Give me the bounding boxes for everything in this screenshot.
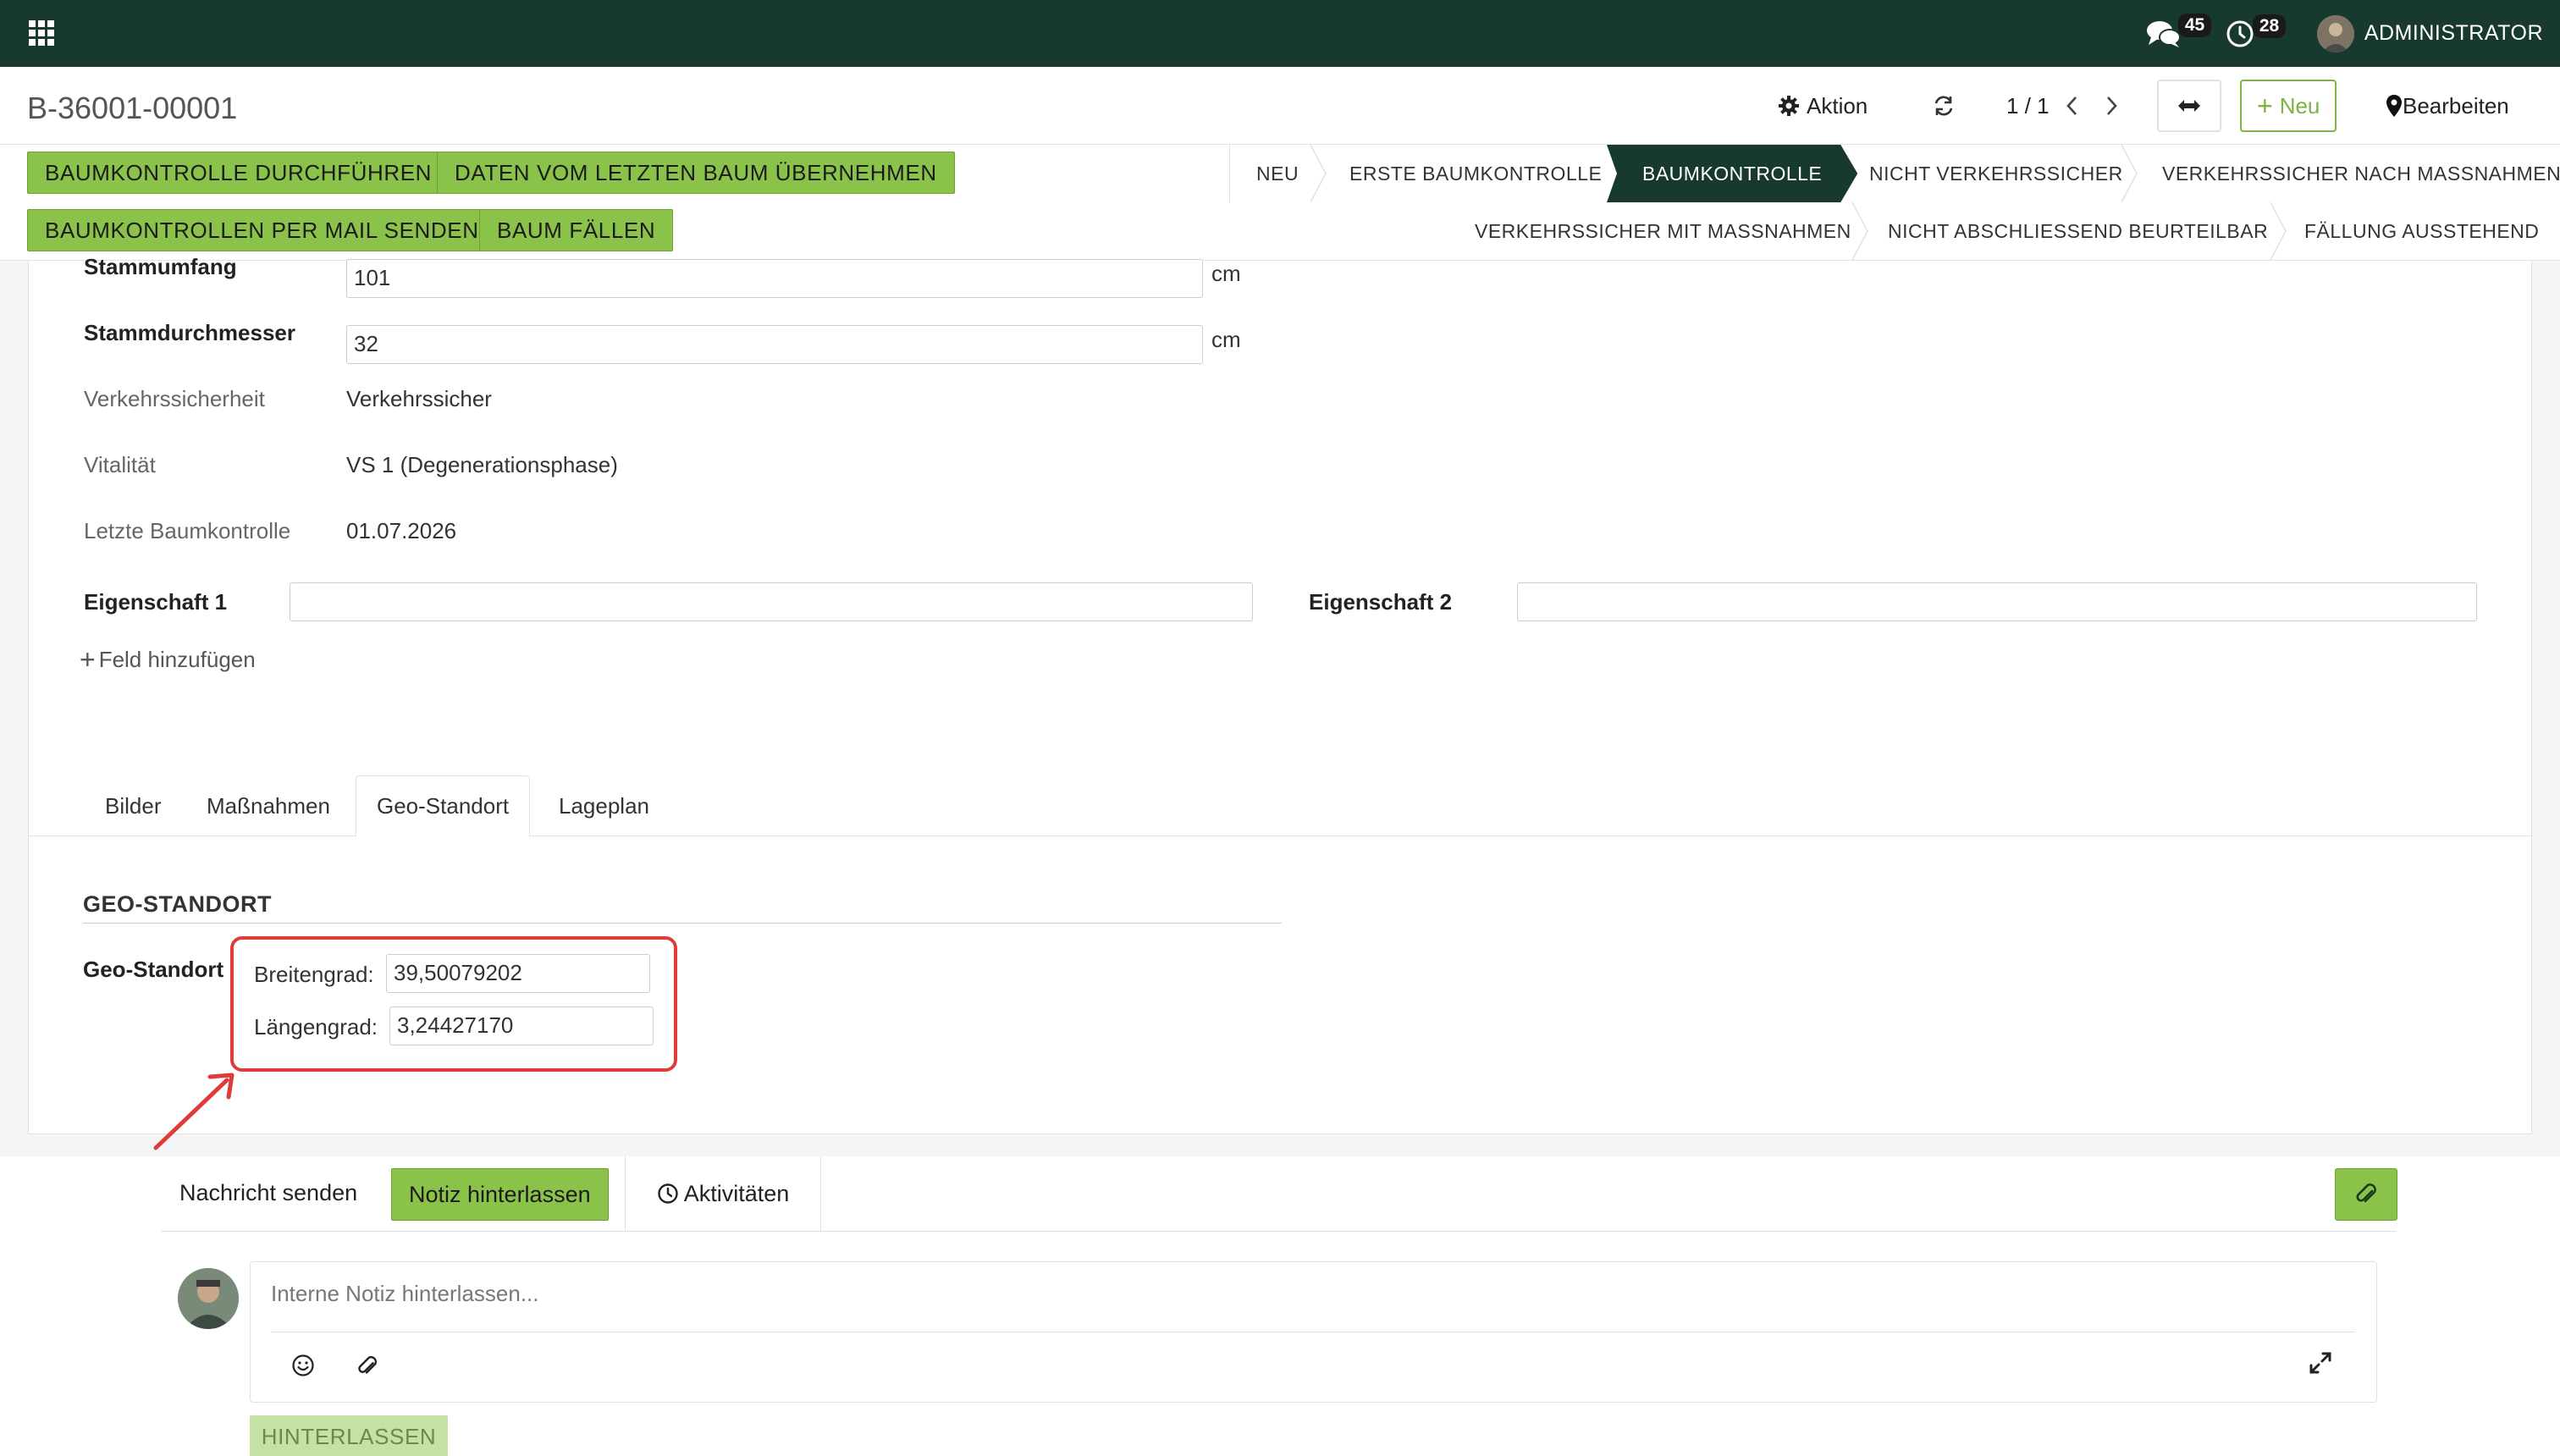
longitude-label: Längengrad: xyxy=(254,1014,378,1040)
stage-separator xyxy=(1310,145,1327,202)
stammdurchmesser-input[interactable]: 32 xyxy=(346,325,1203,364)
control-panel: B-36001-00001 Aktion 1 / 1 + Neu Bearbei… xyxy=(0,67,2560,145)
add-field-button[interactable]: + Feld hinzufügen xyxy=(80,646,256,673)
messages-menu[interactable]: 45 xyxy=(2146,13,2212,49)
annotation-arrow-icon xyxy=(153,1073,234,1150)
send-message-tab[interactable]: Nachricht senden xyxy=(179,1180,357,1206)
arrows-horizontal-icon xyxy=(2178,100,2200,112)
eigenschaft-1-input[interactable] xyxy=(290,582,1253,621)
stage-nicht-verkehrssicher[interactable]: NICHT VERKEHRSSICHER xyxy=(1869,145,2123,202)
map-marker-icon xyxy=(2386,95,2402,117)
geo-section-title: GEO-STANDORT xyxy=(83,891,272,917)
user-avatar xyxy=(2316,14,2354,52)
tab-lageplan[interactable]: Lageplan xyxy=(538,775,670,836)
fell-tree-button[interactable]: BAUM FÄLLEN xyxy=(479,209,674,251)
letzte-baumkontrolle-value: 01.07.2026 xyxy=(346,518,457,543)
eigenschaft-1-label: Eigenschaft 1 xyxy=(84,589,228,615)
edit-location-button[interactable]: Bearbeiten xyxy=(2386,85,2509,126)
tab-massnahmen[interactable]: Maßnahmen xyxy=(186,775,350,836)
eigenschaft-2-label: Eigenschaft 2 xyxy=(1309,589,1453,615)
stammumfang-label: Stammumfang xyxy=(84,254,237,279)
author-avatar xyxy=(178,1268,239,1329)
stage-separator xyxy=(2270,202,2287,260)
log-note-tab[interactable]: Notiz hinterlassen xyxy=(391,1168,609,1221)
vitalitaet-label: Vitalität xyxy=(84,452,156,477)
pager-previous-button[interactable] xyxy=(2066,85,2079,126)
eigenschaft-2-input[interactable] xyxy=(1517,582,2477,621)
gear-icon xyxy=(1779,96,1799,116)
note-composer: Interne Notiz hinterlassen... xyxy=(250,1261,2377,1403)
geo-standort-label: Geo-Standort xyxy=(83,957,224,982)
clock-icon xyxy=(2226,20,2254,47)
action-label: Aktion xyxy=(1807,92,1868,119)
stage-neu[interactable]: NEU xyxy=(1256,145,1299,202)
emoji-icon[interactable] xyxy=(291,1354,315,1377)
chat-bubbles-icon xyxy=(2146,20,2181,47)
action-menu-button[interactable]: Aktion xyxy=(1778,85,1868,126)
stage-verkehrssicher-nach-massnahmen[interactable]: VERKEHRSSICHER NACH MASSNAHMEN xyxy=(2162,145,2560,202)
stammdurchmesser-label: Stammdurchmesser xyxy=(84,320,295,345)
stage-erste-baumkontrolle[interactable]: ERSTE BAUMKONTROLLE xyxy=(1349,145,1602,202)
apps-menu-icon[interactable] xyxy=(29,20,54,46)
stammdurchmesser-unit: cm xyxy=(1211,327,1241,352)
stage-divider xyxy=(1229,145,1230,202)
top-navbar: 45 28 ADMINISTRATOR xyxy=(0,0,2560,67)
clock-icon xyxy=(658,1183,678,1204)
breadcrumb-record-title: B-36001-00001 xyxy=(27,91,238,125)
activities-count-badge: 28 xyxy=(2252,14,2287,38)
copy-last-tree-data-button[interactable]: DATEN VOM LETZTEN BAUM ÜBERNEHMEN xyxy=(437,152,955,194)
latitude-input[interactable]: 39,50079202 xyxy=(386,954,650,993)
verkehrssicherheit-label: Verkehrssicherheit xyxy=(84,386,265,411)
chevron-right-icon xyxy=(2107,97,2117,115)
paperclip-icon xyxy=(2356,1183,2376,1203)
latitude-label: Breitengrad: xyxy=(254,962,374,987)
chatter-divider xyxy=(161,1231,2396,1232)
edit-label: Bearbeiten xyxy=(2403,92,2509,119)
note-input[interactable]: Interne Notiz hinterlassen... xyxy=(271,1281,539,1307)
tab-geo-standort[interactable]: Geo-Standort xyxy=(356,775,531,837)
new-record-button[interactable]: + Neu xyxy=(2240,80,2337,132)
pager-value[interactable]: 1 / 1 xyxy=(2006,85,2050,126)
stage-baumkontrolle[interactable]: BAUMKONTROLLE xyxy=(1607,145,1857,202)
tab-bilder[interactable]: Bilder xyxy=(85,775,181,836)
reload-button[interactable] xyxy=(1932,85,1956,126)
stage-separator xyxy=(2121,145,2138,202)
user-menu[interactable]: ADMINISTRATOR xyxy=(2316,14,2543,52)
notebook-tabs: Bilder Maßnahmen Geo-Standort Lageplan xyxy=(29,775,2533,837)
plus-icon: + xyxy=(80,644,96,675)
stage-verkehrssicher-mit-massnahmen[interactable]: VERKEHRSSICHER MIT MASSNAHMEN xyxy=(1475,202,1851,260)
stammumfang-unit: cm xyxy=(1211,261,1241,286)
pager-next-button[interactable] xyxy=(2105,85,2118,126)
vitalitaet-value: VS 1 (Degenerationsphase) xyxy=(346,452,618,477)
toggle-width-button[interactable] xyxy=(2157,80,2221,132)
messages-count-badge: 45 xyxy=(2177,13,2212,37)
stage-separator xyxy=(1851,202,1868,260)
letzte-baumkontrolle-label: Letzte Baumkontrolle xyxy=(84,518,291,543)
refresh-icon xyxy=(1934,96,1953,116)
send-inspections-mail-button[interactable]: BAUMKONTROLLEN PER MAIL SENDEN xyxy=(27,209,497,251)
section-divider xyxy=(83,923,1282,924)
stammumfang-input[interactable]: 101 xyxy=(346,259,1203,298)
plus-icon: + xyxy=(2257,91,2273,121)
statusbar: BAUMKONTROLLE DURCHFÜHREN DATEN VOM LETZ… xyxy=(0,145,2560,261)
activities-menu[interactable]: 28 xyxy=(2226,14,2287,48)
longitude-input[interactable]: 3,24427170 xyxy=(389,1007,654,1045)
user-name: ADMINISTRATOR xyxy=(2364,21,2543,45)
chevron-left-icon xyxy=(2066,97,2077,115)
stage-faellung-ausstehend[interactable]: FÄLLUNG AUSSTEHEND xyxy=(2304,202,2539,260)
add-field-label: Feld hinzufügen xyxy=(98,646,256,672)
verkehrssicherheit-value: Verkehrssicher xyxy=(346,386,492,411)
perform-tree-inspection-button[interactable]: BAUMKONTROLLE DURCHFÜHREN xyxy=(27,152,450,194)
activities-label: Aktivitäten xyxy=(683,1180,790,1206)
activities-tab[interactable]: Aktivitäten xyxy=(625,1156,821,1231)
new-label: Neu xyxy=(2279,92,2320,119)
submit-note-button[interactable]: HINTERLASSEN xyxy=(250,1415,448,1456)
expand-icon[interactable] xyxy=(2308,1350,2333,1376)
stage-nicht-abschliessend-beurteilbar[interactable]: NICHT ABSCHLIESSEND BEURTEILBAR xyxy=(1888,202,2268,260)
attachment-button[interactable] xyxy=(2335,1168,2397,1221)
paperclip-icon[interactable] xyxy=(356,1354,379,1379)
